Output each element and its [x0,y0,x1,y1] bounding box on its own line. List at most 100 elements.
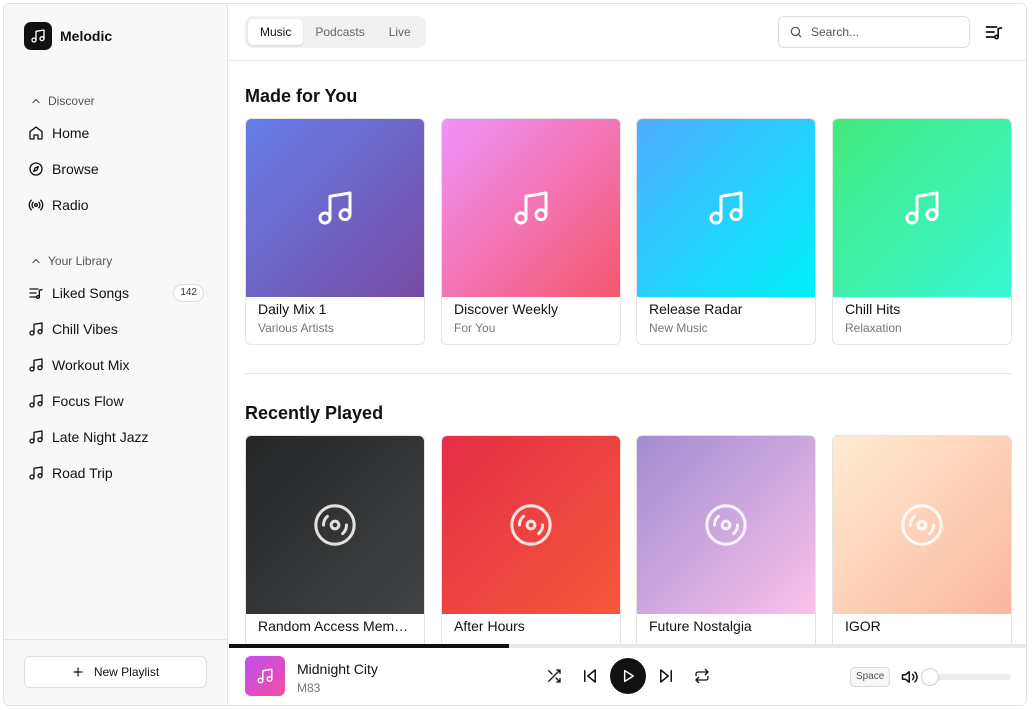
new-playlist-button[interactable]: New Playlist [24,656,207,688]
library-section-toggle[interactable]: Your Library [30,254,112,268]
album-card[interactable]: Future Nostalgia [636,435,816,644]
playlist-card[interactable]: Discover Weekly For You [441,118,621,345]
disc-icon [901,504,943,546]
radio-icon [28,199,44,211]
card-title: Future Nostalgia [649,618,752,634]
playlist-card[interactable]: Daily Mix 1 Various Artists [245,118,425,345]
compass-icon [29,162,43,176]
sidebar-item-browse[interactable]: Browse [28,155,208,183]
sidebar-item-late-night-jazz[interactable]: Late Night Jazz [28,423,208,451]
queue-list-icon[interactable] [984,22,1004,42]
card-title: Release Radar [649,301,743,317]
now-playing-artist[interactable]: M83 [297,681,320,695]
card-artwork [637,436,815,614]
card-title: Chill Hits [845,301,901,317]
repeat-button[interactable] [692,666,712,686]
keyboard-shortcut-hint: Space [850,667,891,687]
volume-slider[interactable] [929,674,1011,680]
app-window: Melodic Discover Home Browse Radio Your … [3,3,1027,706]
sidebar-item-label: Late Night Jazz [52,429,149,445]
now-playing-title[interactable]: Midnight City [297,661,378,677]
card-subtitle: Various Artists [258,321,334,335]
sidebar-item-liked-songs[interactable]: Liked Songs 142 [28,279,208,307]
album-card[interactable]: IGOR [832,435,1012,644]
plus-icon [73,667,83,677]
play-button[interactable] [610,658,646,694]
main-content: Made for You Daily Mix 1 Various Artists… [229,61,1026,644]
card-title: Random Access Memories [258,618,414,634]
card-artwork [442,436,620,614]
sidebar-item-label: Radio [52,197,89,213]
sidebar-item-label: Liked Songs [52,285,130,301]
vertical-scrollbar[interactable] [1024,73,1026,643]
discover-section-label: Discover [48,94,95,108]
app-logo-icon [24,22,52,50]
brand[interactable]: Melodic [24,22,112,50]
sidebar-item-label: Workout Mix [52,357,130,373]
music-note-icon [29,430,43,444]
chevron-up-icon [32,258,40,264]
music-note-icon [514,191,548,225]
card-title: Daily Mix 1 [258,301,327,317]
album-card[interactable]: After Hours [441,435,621,644]
card-subtitle: Relaxation [845,321,902,335]
music-note-icon [29,466,43,480]
card-artwork [442,119,620,297]
search-icon [790,26,802,38]
now-playing-artwork[interactable] [245,656,285,696]
list-music-icon [29,288,43,299]
library-section-label: Your Library [48,254,113,268]
card-subtitle: For You [454,321,496,335]
playlist-card[interactable]: Chill Hits Relaxation [832,118,1012,345]
app-name: Melodic [60,28,113,44]
volume-icon[interactable] [901,668,919,686]
search-input[interactable] [811,25,951,39]
top-header: Music Podcasts Live [229,4,1026,61]
music-note-icon [905,191,939,225]
sidebar: Melodic Discover Home Browse Radio Your … [4,4,228,705]
card-artwork [246,436,424,614]
tab-live[interactable]: Live [377,19,423,45]
previous-button[interactable] [580,666,600,686]
sidebar-item-chill-vibes[interactable]: Chill Vibes [28,315,208,343]
card-artwork [833,119,1011,297]
play-icon [623,669,635,683]
next-button[interactable] [656,666,676,686]
section-title-recently-played: Recently Played [245,403,384,423]
card-subtitle: New Music [649,321,708,335]
skip-forward-icon [660,669,672,683]
sidebar-item-label: Road Trip [52,465,113,481]
volume-slider-thumb[interactable] [921,668,939,686]
tab-podcasts[interactable]: Podcasts [303,19,376,45]
music-note-icon [318,191,352,225]
shuffle-icon [548,669,561,683]
sidebar-item-road-trip[interactable]: Road Trip [28,459,208,487]
card-title: Discover Weekly [454,301,558,317]
playlist-card[interactable]: Release Radar New Music [636,118,816,345]
discover-section-toggle[interactable]: Discover [30,94,95,108]
album-card[interactable]: Random Access Memories [245,435,425,644]
disc-icon [314,504,356,546]
section-divider [245,373,1012,374]
repeat-icon [695,668,709,684]
card-artwork [246,119,424,297]
sidebar-item-label: Browse [52,161,99,177]
sidebar-item-home[interactable]: Home [28,119,208,147]
disc-icon [510,504,552,546]
music-note-icon [257,668,273,684]
sidebar-item-workout-mix[interactable]: Workout Mix [28,351,208,379]
sidebar-item-label: Chill Vibes [52,321,118,337]
sidebar-item-focus-flow[interactable]: Focus Flow [28,387,208,415]
card-artwork [833,436,1011,614]
shuffle-button[interactable] [544,666,564,686]
chevron-up-icon [32,98,40,104]
search-box[interactable] [778,16,970,48]
tab-music[interactable]: Music [248,19,304,45]
sidebar-item-label: Home [52,125,90,141]
sidebar-item-radio[interactable]: Radio [28,191,208,219]
sidebar-divider [4,639,228,640]
home-icon [29,126,43,140]
music-note-icon [29,394,43,408]
music-note-icon [29,358,43,372]
player-bar: Midnight City M83 Space [229,648,1026,705]
